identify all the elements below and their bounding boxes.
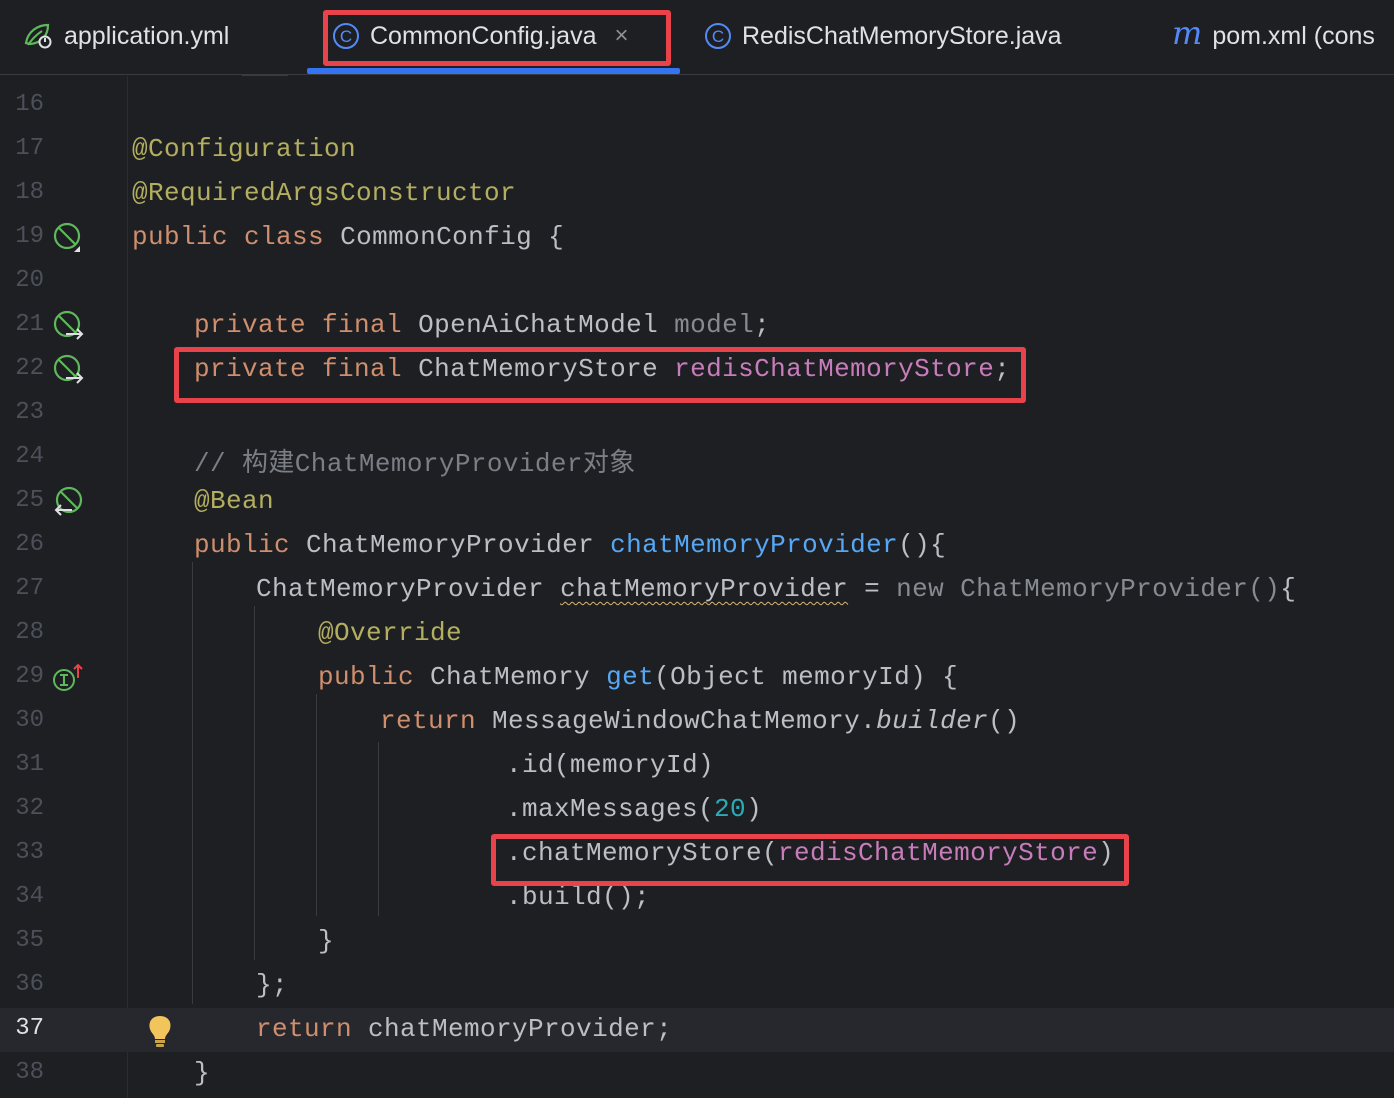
code-line: 35 } xyxy=(0,920,1394,964)
code-line-current: 37 return chatMemoryProvider; xyxy=(0,1008,1394,1052)
code-line: 19 public class CommonConfig { xyxy=(0,216,1394,260)
code-line: 25 @Bean xyxy=(0,480,1394,524)
code-line: 36 }; xyxy=(0,964,1394,1008)
line-number: 22 xyxy=(15,355,44,382)
annotation: @Bean xyxy=(194,486,275,516)
tab-redischatmemorystore-java[interactable]: C RedisChatMemoryStore.java xyxy=(704,0,1062,72)
tab-application-yml[interactable]: application.yml xyxy=(22,0,229,72)
method-name: get xyxy=(606,662,655,692)
line-number: 37 xyxy=(15,1015,44,1042)
annotation: @Configuration xyxy=(132,134,357,164)
spring-config-icon xyxy=(22,21,54,51)
line-number: 17 xyxy=(15,135,44,162)
highlight-box-field xyxy=(174,347,1026,403)
line-number: 27 xyxy=(15,575,44,602)
code-line: 31 .id(memoryId) xyxy=(0,744,1394,788)
line-number: 29 xyxy=(15,663,44,690)
class-icon: C xyxy=(704,22,732,50)
editor-tab-bar: application.yml C CommonConfig.java × C … xyxy=(0,0,1394,75)
line-number: 20 xyxy=(15,267,44,294)
line-number: 28 xyxy=(15,619,44,646)
line-number: 33 xyxy=(15,839,44,866)
code-line: 16 xyxy=(0,84,1394,128)
code-line: 27 ChatMemoryProvider chatMemoryProvider… xyxy=(0,568,1394,612)
tab-pom-xml[interactable]: m pom.xml (cons xyxy=(1172,0,1375,72)
code-editor[interactable]: 16 17 @Configuration 18 @RequiredArgsCon… xyxy=(0,76,1394,1098)
tab-label: RedisChatMemoryStore.java xyxy=(742,21,1062,50)
code-line: 32 .maxMessages(20) xyxy=(0,788,1394,832)
tab-label: application.yml xyxy=(64,21,230,50)
highlight-box-tab xyxy=(323,10,671,66)
code-line: 17 @Configuration xyxy=(0,128,1394,172)
line-number: 35 xyxy=(15,927,44,954)
code-comment: // 构建ChatMemoryProvider对象 xyxy=(194,449,636,479)
line-number: 23 xyxy=(15,399,44,426)
line-number: 38 xyxy=(15,1059,44,1086)
lightbulb-icon[interactable] xyxy=(146,1014,180,1047)
line-number: 36 xyxy=(15,971,44,998)
svg-text:C: C xyxy=(712,27,724,46)
code-line: 28 @Override xyxy=(0,612,1394,656)
highlight-box-chatmemorystore xyxy=(491,834,1129,886)
code-line: 38 } xyxy=(0,1052,1394,1096)
code-line: 24 // 构建ChatMemoryProvider对象 xyxy=(0,436,1394,480)
annotation: @Override xyxy=(318,618,463,648)
line-number: 16 xyxy=(15,91,44,118)
variable-name: chatMemoryProvider xyxy=(560,574,849,604)
field-name: model xyxy=(674,310,755,340)
line-number: 30 xyxy=(15,707,44,734)
line-number: 26 xyxy=(15,531,44,558)
code-line: 18 @RequiredArgsConstructor xyxy=(0,172,1394,216)
annotation: @RequiredArgsConstructor xyxy=(132,178,517,208)
code-line: 20 xyxy=(0,260,1394,304)
line-number: 19 xyxy=(15,223,44,250)
code-line: 29 public ChatMemory get(Object memoryId… xyxy=(0,656,1394,700)
active-tab-indicator xyxy=(307,68,680,74)
line-number: 25 xyxy=(15,487,44,514)
class-name: CommonConfig xyxy=(340,222,533,252)
bean-usage-icon[interactable] xyxy=(52,486,86,518)
line-number: 18 xyxy=(15,179,44,206)
method-name: chatMemoryProvider xyxy=(610,530,899,560)
spring-bean-no-icon[interactable] xyxy=(52,222,86,254)
code-line: 26 public ChatMemoryProvider chatMemoryP… xyxy=(0,524,1394,568)
line-number: 32 xyxy=(15,795,44,822)
line-number: 34 xyxy=(15,883,44,910)
implements-method-icon[interactable] xyxy=(52,662,86,694)
code-line: 30 return MessageWindowChatMemory.builde… xyxy=(0,700,1394,744)
tab-label: pom.xml (cons xyxy=(1212,21,1375,50)
autowired-navigate-icon[interactable] xyxy=(52,354,86,386)
line-number: 21 xyxy=(15,311,44,338)
maven-icon: m xyxy=(1172,14,1203,52)
line-number: 24 xyxy=(15,443,44,470)
autowired-navigate-icon[interactable] xyxy=(52,310,86,342)
code-line: 21 private final OpenAiChatModel model; xyxy=(0,304,1394,348)
line-number: 31 xyxy=(15,751,44,778)
